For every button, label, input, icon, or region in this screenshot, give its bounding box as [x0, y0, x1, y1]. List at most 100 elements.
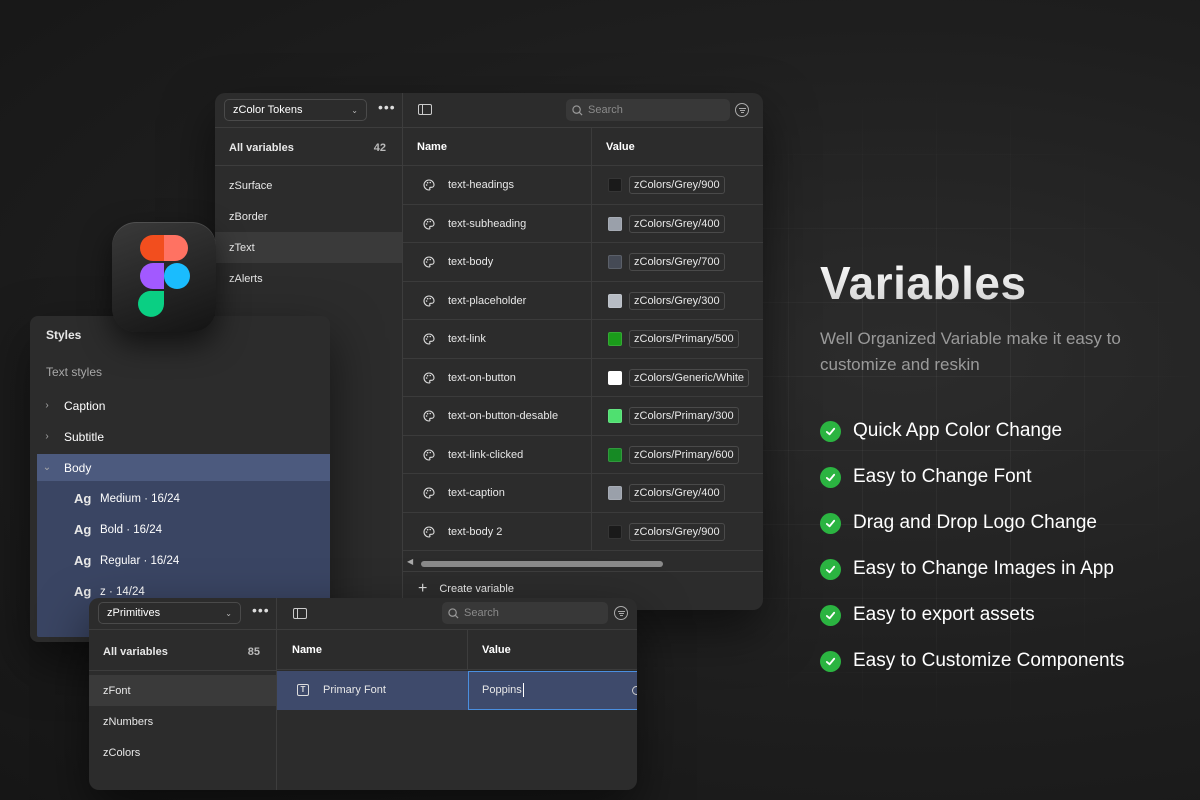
- horizontal-scrollbar[interactable]: ◀: [403, 557, 763, 569]
- collection-select[interactable]: zPrimitives ⌄: [98, 602, 241, 624]
- color-swatch[interactable]: [608, 332, 622, 346]
- alias-tag[interactable]: zColors/Generic/White: [629, 368, 750, 387]
- collection-name: zColor Tokens: [233, 104, 303, 116]
- feature-label: Drag and Drop Logo Change: [853, 512, 1098, 533]
- collection-name: zPrimitives: [107, 607, 161, 619]
- text-style-label: Bold · 16/24: [100, 523, 163, 536]
- search-placeholder: Search: [464, 607, 499, 619]
- table-row[interactable]: text-placeholder zColors/Grey/300: [403, 281, 763, 320]
- group-item-zcolors[interactable]: zColors: [89, 737, 276, 768]
- group-item-ztext[interactable]: zText: [215, 232, 402, 263]
- alias-tag[interactable]: zColors/Grey/900: [629, 176, 725, 194]
- table-row[interactable]: text-subheading zColors/Grey/400: [403, 204, 763, 243]
- color-swatch[interactable]: [608, 524, 622, 539]
- group-label: zText: [229, 241, 255, 254]
- search-input[interactable]: Search: [566, 99, 730, 121]
- color-swatch[interactable]: [608, 216, 622, 231]
- table-row[interactable]: text-link-clicked zColors/Primary/600: [403, 435, 763, 474]
- table-row[interactable]: T Primary Font Poppins: [277, 671, 637, 710]
- chevron-down-icon: ⌄: [351, 105, 358, 115]
- styles-panel: Styles Text styles › Caption › Subtitle ⌄ B…: [30, 316, 330, 642]
- column-divider: [591, 128, 592, 165]
- feature-item: Easy to Change Font: [820, 466, 1032, 488]
- color-swatch[interactable]: [608, 447, 622, 462]
- alias-tag[interactable]: zColors/Primary/600: [629, 445, 739, 464]
- alias-tag[interactable]: zColors/Grey/300: [629, 291, 725, 310]
- table-row[interactable]: text-on-button zColors/Generic/White: [403, 358, 763, 397]
- all-variables-item[interactable]: All variables 42: [215, 132, 402, 163]
- variables-table: Name Value text-headings zColors/Grey/900…: [403, 128, 763, 551]
- color-swatch[interactable]: [608, 293, 622, 308]
- group-item-zborder[interactable]: zBorder: [215, 201, 402, 232]
- figma-mark-icon: [138, 235, 190, 317]
- color-swatch[interactable]: [608, 255, 622, 269]
- feature-item: Drag and Drop Logo Change: [820, 512, 1097, 534]
- all-variables-label: All variables: [229, 141, 294, 154]
- group-label: zFont: [103, 684, 131, 697]
- plus-icon: +: [418, 580, 428, 597]
- color-variable-icon: [423, 448, 435, 461]
- table-row[interactable]: text-on-button-desable zColors/Primary/30…: [403, 397, 763, 436]
- alias-tag[interactable]: zColors/Grey/400: [629, 484, 725, 502]
- filter-icon[interactable]: [735, 103, 749, 117]
- table-row[interactable]: text-body zColors/Grey/700: [403, 243, 763, 282]
- more-options-icon[interactable]: •••: [252, 603, 270, 617]
- text-style-item[interactable]: Ag Regular · 16/24: [30, 545, 330, 576]
- color-variable-icon: [423, 410, 435, 422]
- group-item-zfont[interactable]: zFont: [89, 675, 276, 706]
- text-style-item[interactable]: Ag Medium · 16/24: [30, 483, 330, 514]
- color-swatch[interactable]: [608, 409, 622, 423]
- style-group-label: Body: [64, 460, 92, 475]
- all-variables-count: 42: [373, 141, 386, 154]
- style-group-subtitle[interactable]: › Subtitle: [30, 421, 330, 452]
- chevron-down-icon: ⌄: [42, 462, 52, 473]
- alias-tag[interactable]: zColors/Grey/900: [629, 522, 725, 541]
- alias-tag[interactable]: zColors/Primary/300: [629, 407, 739, 425]
- type-preview-icon: Ag: [74, 491, 92, 506]
- hero-title: Variables: [820, 257, 1027, 309]
- feature-label: Quick App Color Change: [853, 420, 1063, 441]
- color-swatch[interactable]: [608, 178, 622, 192]
- more-options-icon[interactable]: •••: [378, 100, 396, 114]
- all-variables-count: 85: [247, 645, 260, 658]
- style-group-caption[interactable]: › Caption: [30, 390, 330, 421]
- cursor-handle-icon: [632, 686, 637, 695]
- group-item-znumbers[interactable]: zNumbers: [89, 706, 276, 737]
- check-circle-icon: [820, 420, 841, 442]
- check-circle-icon: [820, 650, 841, 672]
- column-divider: [591, 474, 592, 512]
- create-variable-button[interactable]: + Create variable: [418, 580, 514, 597]
- scroll-left-icon[interactable]: ◀: [407, 557, 413, 566]
- text-style-label: Medium · 16/24: [100, 492, 180, 505]
- filter-icon[interactable]: [614, 606, 628, 620]
- table-row[interactable]: text-headings zColors/Grey/900: [403, 166, 763, 205]
- feature-item: Quick App Color Change: [820, 420, 1062, 442]
- style-group-body[interactable]: ⌄ Body: [30, 452, 330, 483]
- feature-label: Easy to Change Font: [853, 466, 1032, 487]
- text-style-item[interactable]: Ag Bold · 16/24: [30, 514, 330, 545]
- alias-tag[interactable]: zColors/Primary/500: [629, 330, 739, 348]
- value-input[interactable]: Poppins: [468, 671, 637, 710]
- color-swatch[interactable]: [608, 370, 622, 385]
- all-variables-item[interactable]: All variables 85: [89, 636, 276, 667]
- table-row[interactable]: text-link zColors/Primary/500: [403, 320, 763, 359]
- search-placeholder: Search: [588, 104, 623, 116]
- color-swatch[interactable]: [608, 486, 622, 500]
- group-label: zColors: [103, 746, 141, 759]
- search-input[interactable]: Search: [442, 602, 608, 624]
- scrollbar-thumb[interactable]: [421, 561, 663, 567]
- text-styles-heading: Text styles: [46, 365, 103, 379]
- sidebar-toggle-icon[interactable]: [418, 104, 432, 115]
- collection-select[interactable]: zColor Tokens ⌄: [224, 99, 367, 121]
- column-name-header: Name: [292, 644, 322, 656]
- alias-tag[interactable]: zColors/Grey/400: [629, 214, 725, 233]
- column-divider: [591, 281, 592, 319]
- table-row[interactable]: text-caption zColors/Grey/400: [403, 474, 763, 513]
- sidebar-toggle-icon[interactable]: [293, 608, 307, 619]
- group-item-zalerts[interactable]: zAlerts: [215, 263, 402, 294]
- variable-name: text-headings: [448, 179, 515, 191]
- alias-tag[interactable]: zColors/Grey/700: [629, 253, 725, 271]
- table-row[interactable]: text-body 2 zColors/Grey/900: [403, 512, 763, 551]
- group-item-zsurface[interactable]: zSurface: [215, 170, 402, 201]
- all-variables-label: All variables: [103, 645, 168, 658]
